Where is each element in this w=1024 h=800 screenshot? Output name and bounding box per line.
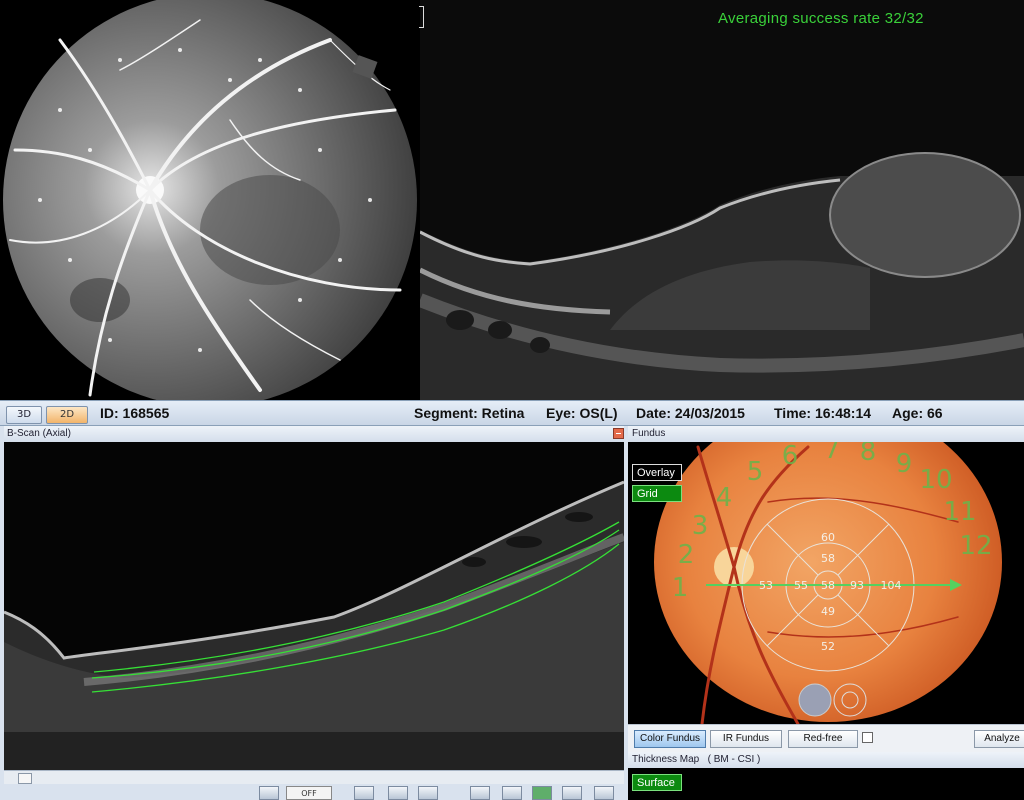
- grid-value-inner-inferior: 49: [821, 605, 835, 618]
- grid-value-inner-superior: 58: [821, 552, 835, 565]
- scrollbar-thumb[interactable]: [18, 773, 32, 784]
- thickness-thumbnail-icon[interactable]: [798, 683, 832, 717]
- bscan-panel: B-Scan (Axial) OFF: [0, 426, 628, 800]
- overlay-checkbox[interactable]: [862, 732, 873, 743]
- clock-number-2: 2: [678, 540, 695, 570]
- oct-averaged-scan-panel: [420, 0, 1024, 400]
- age-label: Age: 66: [892, 405, 943, 421]
- tool-export-icon[interactable]: [594, 786, 614, 800]
- clock-number-3: 3: [692, 511, 709, 541]
- date-label: Date: 24/03/2015: [636, 405, 745, 421]
- overlay-button[interactable]: Overlay: [632, 464, 682, 481]
- clock-number-10: 10: [919, 465, 952, 495]
- view-tab-2d[interactable]: 2D: [46, 406, 88, 424]
- scan-position-marker: [419, 6, 424, 28]
- grid-value-outer-temporal: 53: [759, 579, 773, 592]
- view-tab-3d[interactable]: 3D: [6, 406, 42, 424]
- tool-compare-icon[interactable]: [388, 786, 408, 800]
- fundus-title: Fundus: [632, 428, 666, 439]
- fundus-panel: Fundus 60 58 58 93 104 55 53 49 52 1 2 3…: [628, 426, 1024, 753]
- grid-button[interactable]: Grid: [632, 485, 682, 502]
- tool-align-icon[interactable]: [470, 786, 490, 800]
- bscan-image: [4, 442, 624, 770]
- patient-id: ID: 168565: [100, 405, 170, 421]
- time-label: Time: 16:48:14: [774, 405, 872, 421]
- averaging-success-label: Averaging success rate 32/32: [718, 10, 924, 27]
- clock-number-4: 4: [716, 483, 733, 513]
- clock-number-6: 6: [782, 442, 799, 471]
- tool-frame-icon[interactable]: [562, 786, 582, 800]
- patient-info-header: 3D 2D ID: 168565 Segment: Retina Eye: OS…: [0, 400, 1024, 426]
- off-toggle[interactable]: OFF: [286, 786, 332, 800]
- thickness-map-panel: Thickness Map ( BM - CSI ) Surface: [628, 752, 1024, 800]
- fundus-button-bar: Color Fundus IR Fundus Red-free Analyze: [628, 724, 1024, 753]
- clock-number-1: 1: [672, 573, 689, 603]
- bscan-scrollbar[interactable]: [4, 770, 624, 785]
- clock-number-7: 7: [824, 442, 841, 465]
- tool-zoom-icon[interactable]: [259, 786, 279, 800]
- oct-averaged-scan-image: [420, 0, 1024, 400]
- grid-value-center: 58: [821, 579, 835, 592]
- minimize-icon[interactable]: [613, 428, 624, 439]
- angiography-image: [3, 0, 417, 400]
- eye-label: Eye: OS(L): [546, 405, 618, 421]
- clock-number-5: 5: [747, 457, 764, 487]
- clock-number-8: 8: [860, 442, 877, 467]
- clock-number-11: 11: [943, 497, 976, 527]
- grid-value-outer-inferior: 52: [821, 640, 835, 653]
- segment-label: Segment: Retina: [414, 405, 525, 421]
- angiography-image-panel: [0, 0, 420, 400]
- bscan-title-bar: B-Scan (Axial): [4, 426, 624, 442]
- grid-value-outer-nasal: 104: [881, 579, 902, 592]
- clock-number-9: 9: [896, 449, 913, 479]
- fundus-image-view[interactable]: 60 58 58 93 104 55 53 49 52 1 2 3 4 5 6 …: [628, 442, 1024, 724]
- analyze-button[interactable]: Analyze: [974, 730, 1024, 748]
- tool-layers-icon[interactable]: [354, 786, 374, 800]
- fundus-title-bar: Fundus: [628, 426, 1024, 442]
- red-free-button[interactable]: Red-free: [788, 730, 858, 748]
- grid-value-inner-nasal: 93: [850, 579, 864, 592]
- color-fundus-button[interactable]: Color Fundus: [634, 730, 706, 748]
- fundus-image: 60 58 58 93 104 55 53 49 52 1 2 3 4 5 6 …: [654, 442, 1002, 724]
- grid-value-inner-temporal: 55: [794, 579, 808, 592]
- bscan-toolbar: OFF: [4, 784, 624, 800]
- tool-text-icon[interactable]: [502, 786, 522, 800]
- tool-color-icon[interactable]: [532, 786, 552, 800]
- thickness-map-title: Thickness Map ( BM - CSI ): [632, 754, 761, 765]
- tool-measure-icon[interactable]: [418, 786, 438, 800]
- thickness-map-title-bar: Thickness Map ( BM - CSI ): [628, 752, 1024, 768]
- ir-fundus-button[interactable]: IR Fundus: [710, 730, 782, 748]
- clock-number-12: 12: [959, 531, 992, 561]
- grid-value-outer-superior: 60: [821, 531, 835, 544]
- bscan-title: B-Scan (Axial): [7, 428, 71, 439]
- surface-button[interactable]: Surface: [632, 774, 682, 791]
- bscan-image-view[interactable]: [4, 442, 624, 770]
